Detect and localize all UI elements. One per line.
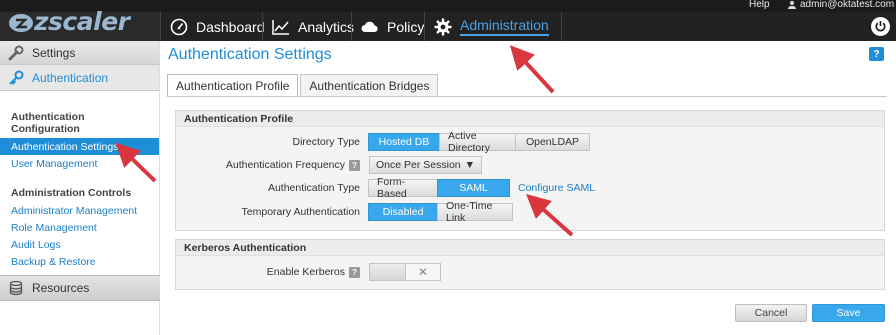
auth-profile-panel: Authentication Profile Directory Type Ho… — [175, 110, 885, 231]
sidebar-link-auth-settings[interactable]: Authentication Settings — [0, 138, 159, 155]
top-strip: Help admin@oktatest.com — [0, 0, 896, 12]
enable-kerberos-row: Enable Kerberos ? ✕ — [176, 263, 886, 281]
temp-auth-label: Temporary Authentication — [241, 206, 360, 218]
kerberos-heading: Kerberos Authentication — [176, 240, 884, 256]
nav-label: Administration — [460, 17, 549, 36]
auth-type-selector: Form-Based SAML — [368, 176, 510, 200]
nav-analytics[interactable]: Analytics — [262, 12, 363, 41]
nav-label: Dashboard — [196, 18, 265, 35]
user-email: admin@oktatest.com — [800, 0, 895, 10]
enable-kerberos-label: Enable Kerberos ? — [267, 263, 360, 281]
logo-text: zscaler — [34, 7, 130, 36]
caret-down-icon: ▼ — [464, 159, 476, 171]
auth-type-label: Authentication Type — [267, 182, 360, 194]
auth-config-title: Authentication Configuration — [11, 111, 85, 135]
sidebar-link-backup-restore[interactable]: Backup & Restore — [0, 253, 159, 270]
sidebar-link-user-management[interactable]: User Management — [0, 155, 159, 172]
nav-dashboard[interactable]: Dashboard — [160, 12, 274, 41]
sidebar-settings[interactable]: Settings — [0, 41, 159, 65]
wrench-icon — [8, 45, 24, 60]
zscaler-logo[interactable]: zscaler — [8, 7, 130, 36]
sidebar-link-audit-logs[interactable]: Audit Logs — [0, 236, 159, 253]
auth-profile-heading: Authentication Profile — [176, 111, 884, 127]
directory-openldap[interactable]: OpenLDAP — [515, 133, 590, 151]
logo-area: zscaler — [0, 7, 160, 41]
main-content: Authentication Settings ? Authentication… — [160, 41, 896, 335]
gear-icon — [434, 18, 452, 35]
sidebar-authentication-label: Authentication — [32, 70, 109, 85]
line-chart-icon — [272, 19, 289, 35]
auth-frequency-row: Authentication Frequency ? Once Per Sess… — [176, 156, 886, 174]
kerberos-panel: Kerberos Authentication Enable Kerberos … — [175, 239, 885, 290]
nav-policy[interactable]: Policy — [351, 12, 433, 41]
sidebar: Settings Authentication Authentication C… — [0, 41, 160, 335]
question-icon[interactable]: ? — [349, 159, 360, 171]
key-icon — [9, 70, 24, 85]
directory-type-label: Directory Type — [292, 136, 361, 148]
auth-frequency-value: Once Per Session — [376, 159, 461, 171]
sidebar-settings-label: Settings — [32, 45, 76, 60]
auth-type-saml[interactable]: SAML — [437, 179, 510, 197]
sidebar-resources-label: Resources — [32, 281, 90, 295]
logo-cloud-icon — [9, 13, 33, 32]
cancel-button[interactable]: Cancel — [735, 304, 807, 322]
sidebar-link-role-management[interactable]: Role Management — [0, 219, 159, 236]
directory-hosted-db[interactable]: Hosted DB — [368, 133, 440, 151]
power-icon — [875, 21, 886, 32]
auth-type-form-based[interactable]: Form-Based — [368, 176, 438, 200]
toggle-knob — [370, 264, 406, 280]
auth-type-row: Authentication Type Form-Based SAML Conf… — [176, 176, 886, 200]
sidebar-resources[interactable]: Resources — [0, 275, 160, 301]
power-button[interactable] — [871, 17, 890, 36]
temp-auth-one-time-link[interactable]: One-Time Link — [437, 200, 513, 224]
close-icon: ✕ — [417, 265, 429, 279]
tab-bar: Authentication Profile Authentication Br… — [167, 74, 439, 96]
database-icon — [9, 280, 23, 296]
gauge-icon — [170, 18, 188, 35]
temp-auth-selector: Disabled One-Time Link — [368, 200, 513, 224]
nav-label: Policy — [387, 18, 425, 35]
temp-auth-disabled[interactable]: Disabled — [368, 203, 438, 221]
nav-label: Analytics — [298, 18, 355, 35]
auth-frequency-label: Authentication Frequency ? — [226, 156, 360, 174]
directory-active-directory[interactable]: Active Directory — [439, 130, 516, 154]
tab-divider — [167, 96, 887, 97]
enable-kerberos-toggle[interactable]: ✕ — [369, 263, 441, 281]
sidebar-link-admin-management[interactable]: Administrator Management — [0, 202, 159, 219]
nav-administration[interactable]: Administration — [424, 12, 562, 41]
directory-type-selector: Hosted DB Active Directory OpenLDAP — [368, 130, 590, 154]
save-button[interactable]: Save — [812, 304, 885, 322]
help-button[interactable]: ? — [869, 47, 884, 61]
question-icon[interactable]: ? — [349, 266, 360, 278]
page-title: Authentication Settings — [168, 46, 332, 63]
tab-authentication-bridges[interactable]: Authentication Bridges — [300, 74, 439, 96]
sidebar-authentication[interactable]: Authentication — [0, 65, 159, 91]
help-link[interactable]: Help — [749, 0, 770, 10]
admin-controls-title: Administration Controls — [11, 187, 132, 199]
cloud-icon — [361, 21, 378, 32]
tab-authentication-profile[interactable]: Authentication Profile — [167, 74, 299, 96]
directory-type-row: Directory Type Hosted DB Active Director… — [176, 130, 886, 154]
user-menu[interactable]: admin@oktatest.com — [788, 0, 894, 10]
main-nav: zscaler Dashboard Analytics Policy Admin… — [0, 7, 896, 41]
configure-saml-link[interactable]: Configure SAML — [518, 179, 595, 197]
temp-auth-row: Temporary Authentication Disabled One-Ti… — [176, 200, 886, 224]
user-icon — [788, 0, 796, 9]
auth-frequency-dropdown[interactable]: Once Per Session ▼ — [369, 156, 483, 174]
